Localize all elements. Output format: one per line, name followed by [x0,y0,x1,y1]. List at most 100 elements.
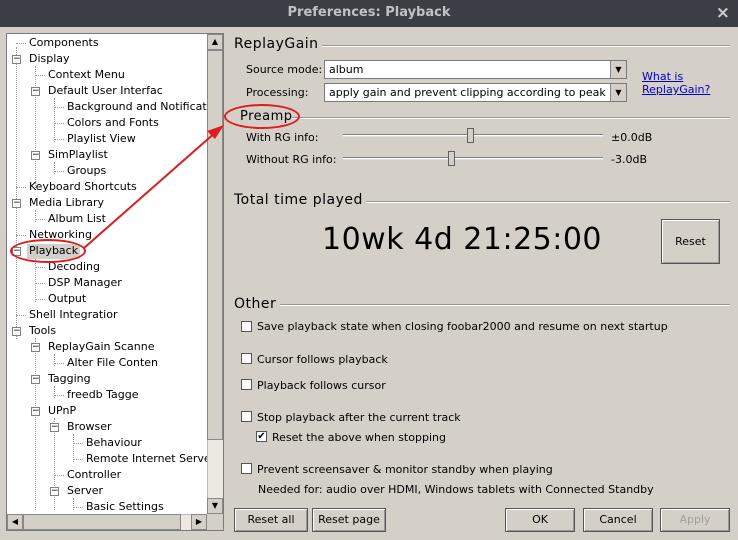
tree-line [73,434,74,462]
preferences-tree[interactable]: − − − − − − − − − − − Components Display… [6,33,224,531]
reset-when-stopping-label: Reset the above when stopping [272,431,446,444]
with-rg-value: ±0.0dB [611,131,653,144]
collapse-icon[interactable]: − [50,423,59,432]
stop-after-current-checkbox[interactable] [241,411,252,422]
tree-item-media-library[interactable]: Media Library [29,196,104,211]
collapse-icon[interactable]: − [31,407,40,416]
prevent-screensaver-checkbox[interactable] [241,463,252,474]
tree-line [54,363,64,364]
tree-item-upnp[interactable]: UPnP [48,404,76,419]
without-rg-slider-track[interactable] [343,157,603,160]
save-playback-state-checkbox[interactable] [241,321,252,332]
tree-line [35,219,45,220]
collapse-icon[interactable]: − [50,487,59,496]
link-line-2: ReplayGain? [642,83,711,96]
stop-after-current-label: Stop playback after the current track [257,411,461,424]
scroll-down-icon[interactable]: ▼ [207,498,223,514]
tree-item-replaygain-scanner[interactable]: ReplayGain Scanne [48,340,154,355]
tree-vertical-scrollbar[interactable]: ▲ ▼ [207,34,223,514]
tree-item-display[interactable]: Display [29,52,70,67]
scroll-up-icon[interactable]: ▲ [207,34,223,50]
tree-item-server[interactable]: Server [67,484,103,499]
window-title: Preferences: Playback [287,5,451,20]
collapse-icon[interactable]: − [31,87,40,96]
tree-line [54,171,64,172]
ok-button[interactable]: OK [505,508,575,532]
reset-page-button[interactable]: Reset page [312,508,386,532]
with-rg-label: With RG info: [246,131,319,144]
tree-item-behaviour[interactable]: Behaviour [86,436,142,451]
tree-item-tagging[interactable]: Tagging [48,372,91,387]
playback-follows-cursor-checkbox[interactable] [241,379,252,390]
tree-line [54,98,55,142]
tree-line [73,498,74,510]
tree-line [54,354,55,366]
scroll-right-icon[interactable]: ▶ [191,514,207,530]
collapse-icon[interactable]: − [12,55,21,64]
collapse-icon[interactable]: − [31,343,40,352]
cancel-button[interactable]: Cancel [583,508,653,532]
reset-when-stopping-checkbox[interactable]: ✔ [256,431,267,442]
tree-item-remote-internet-servers[interactable]: Remote Internet Server [86,452,215,467]
tree-item-background-notifications[interactable]: Background and Notificati [67,100,210,115]
scroll-thumb[interactable] [207,50,223,440]
tree-line [35,338,36,510]
collapse-icon[interactable]: − [12,327,21,336]
other-heading: Other [234,296,277,312]
tree-item-controller[interactable]: Controller [67,468,121,483]
tree-item-album-list[interactable]: Album List [48,212,106,227]
collapse-icon[interactable]: − [12,199,21,208]
tree-line [35,66,36,190]
without-rg-slider-handle[interactable] [448,151,455,166]
scroll-thumb[interactable] [23,514,181,530]
tree-line [16,235,26,236]
tree-item-output[interactable]: Output [48,292,86,307]
source-mode-label: Source mode: [246,63,323,76]
tree-item-playlist-view[interactable]: Playlist View [67,132,136,147]
tree-item-context-menu[interactable]: Context Menu [48,68,125,83]
tree-line [16,47,17,339]
without-rg-value: -3.0dB [611,153,647,166]
tree-item-freedb-tagger[interactable]: freedb Tagge [67,388,139,403]
tree-item-basic-settings[interactable]: Basic Settings [86,500,164,515]
title-bar: Preferences: Playback × [0,0,738,27]
preamp-annotation-circle [224,104,300,129]
tree-item-default-user-interface[interactable]: Default User Interfac [48,84,163,99]
tree-item-alter-file-content[interactable]: Alter File Conten [67,356,158,371]
without-rg-label: Without RG info: [246,153,337,166]
tree-item-components[interactable]: Components [29,36,99,51]
tree-item-colors-fonts[interactable]: Colors and Fonts [67,116,159,131]
tree-item-dsp-manager[interactable]: DSP Manager [48,276,122,291]
tree-line [54,123,64,124]
tree-item-keyboard-shortcuts[interactable]: Keyboard Shortcuts [29,180,137,195]
separator [322,45,730,47]
tree-line [54,139,64,140]
processing-dropdown[interactable]: apply gain and prevent clipping accordin… [324,83,627,102]
collapse-icon[interactable]: − [31,151,40,160]
prevent-screensaver-note: Needed for: audio over HDMI, Windows tab… [258,483,654,496]
tree-item-simplaylist[interactable]: SimPlaylist [48,148,108,163]
collapse-icon[interactable]: − [31,375,40,384]
source-mode-dropdown[interactable]: album ▼ [324,60,627,79]
tree-item-groups[interactable]: Groups [67,164,106,179]
tree-item-tools[interactable]: Tools [29,324,56,339]
tree-item-browser[interactable]: Browser [67,420,112,435]
tree-horizontal-scrollbar[interactable]: ◀ ▶ [7,514,207,530]
total-time-heading: Total time played [234,192,363,208]
with-rg-slider-handle[interactable] [467,128,474,143]
scroll-left-icon[interactable]: ◀ [7,514,23,530]
total-time-reset-button[interactable]: Reset [661,219,720,264]
close-icon[interactable]: × [716,3,730,23]
chevron-down-icon: ▼ [610,84,626,101]
cursor-follows-playback-label: Cursor follows playback [257,353,388,366]
tree-line [16,187,26,188]
prevent-screensaver-label: Prevent screensaver & monitor standby wh… [257,463,553,476]
separator [280,304,730,306]
reset-all-button[interactable]: Reset all [234,508,308,532]
what-is-replaygain-link[interactable]: What is ReplayGain? [642,70,710,96]
tree-item-shell-integration[interactable]: Shell Integratior [29,308,118,323]
tree-line [73,459,83,460]
tree-line [16,43,26,44]
cursor-follows-playback-checkbox[interactable] [241,353,252,364]
tree-line [35,210,36,222]
